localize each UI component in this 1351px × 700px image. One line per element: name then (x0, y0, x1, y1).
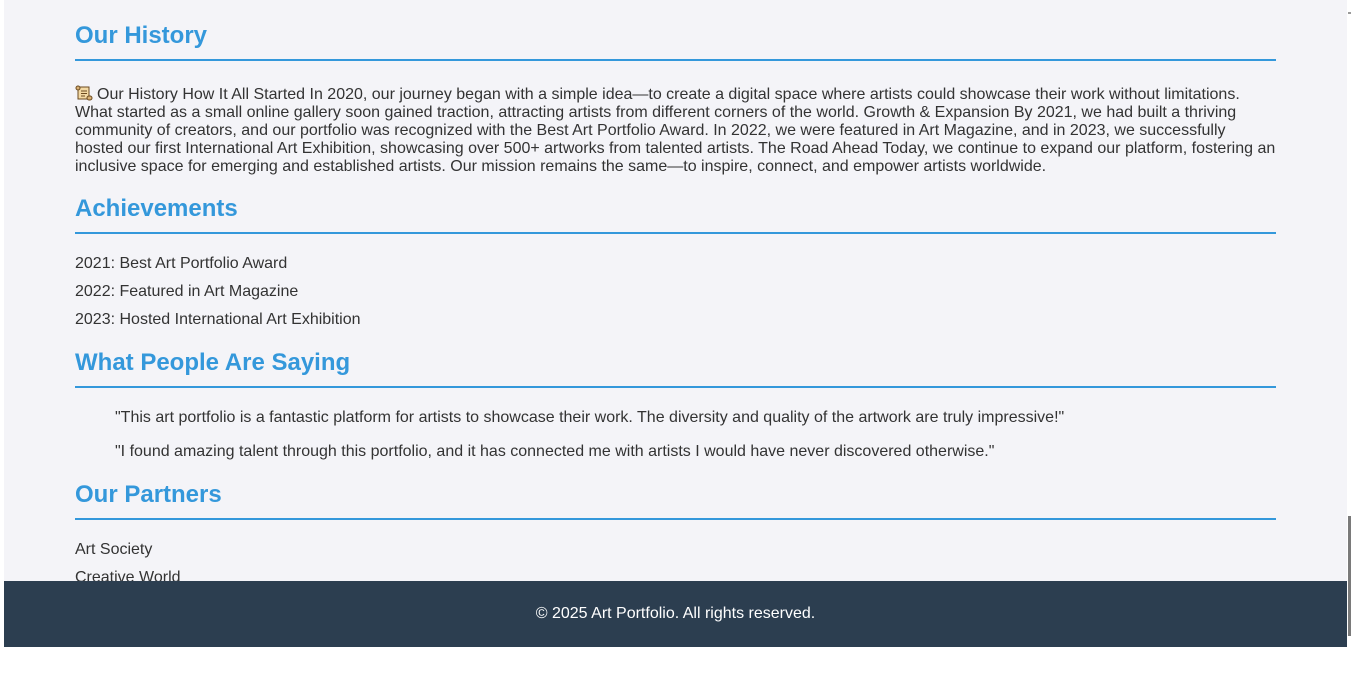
achievement-item: 2023: Hosted International Art Exhibitio… (75, 311, 361, 328)
partner-item: Art Society (75, 541, 153, 558)
site-footer: © 2025 Art Portfolio. All rights reserve… (4, 581, 1347, 647)
history-divider (75, 59, 1276, 61)
partner-item: Creative World (75, 569, 181, 581)
testimonial-quote: "This art portfolio is a fantastic platf… (115, 409, 1065, 426)
main-content: Our History Our History How It All Start… (75, 0, 1276, 581)
history-heading: Our History (75, 22, 208, 49)
footer-copyright: © 2025 Art Portfolio. All rights reserve… (535, 605, 816, 622)
achievements-heading: Achievements (75, 195, 238, 222)
testimonials-divider (75, 386, 1276, 388)
achievements-divider (75, 232, 1276, 234)
history-body: Our History How It All Started In 2020, … (75, 86, 1276, 175)
testimonials-heading: What People Are Saying (75, 349, 351, 376)
partners-heading: Our Partners (75, 481, 222, 508)
testimonial-quote: "I found amazing talent through this por… (115, 443, 995, 460)
scroll-icon (75, 85, 93, 101)
history-paragraph: Our History How It All Started In 2020, … (75, 85, 1276, 176)
partners-divider (75, 518, 1276, 520)
achievement-item: 2021: Best Art Portfolio Award (75, 255, 288, 272)
achievement-item: 2022: Featured in Art Magazine (75, 283, 299, 300)
page: Our History Our History How It All Start… (4, 0, 1347, 647)
